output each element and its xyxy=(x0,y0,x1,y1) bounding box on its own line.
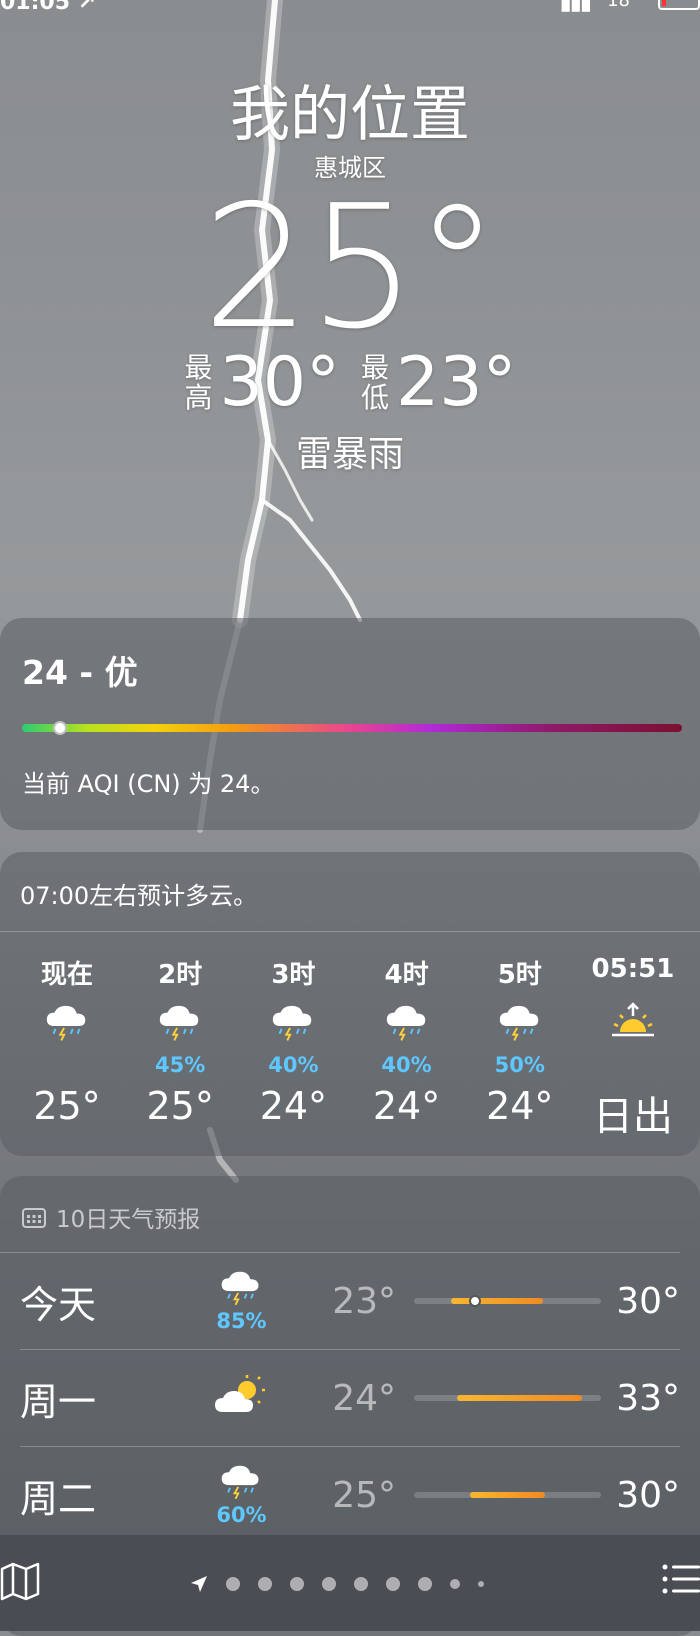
battery-level-text: 18 xyxy=(607,0,630,11)
hourly-item: 4时 40% 24° xyxy=(352,954,462,1142)
day-low-temp: 23° xyxy=(332,1280,397,1322)
hourly-temperature: 24° xyxy=(259,1084,328,1128)
temperature-range-bar xyxy=(414,1295,602,1307)
page-dot[interactable] xyxy=(418,1577,432,1591)
day-high-temp: 33° xyxy=(616,1377,680,1419)
current-weather: 我的位置 惠城区 25° 最高 30° 最低 23° 雷暴雨 xyxy=(0,80,700,480)
hourly-temperature: 25° xyxy=(33,1084,101,1128)
daily-row[interactable]: 今天 85% 23° 30° xyxy=(20,1253,680,1350)
day-name: 周一 xyxy=(20,1379,97,1424)
hourly-item: 05:51 日出 xyxy=(578,954,688,1142)
hourly-item: 现在 25° xyxy=(12,954,122,1142)
hourly-item: 2时 45% 25° xyxy=(125,954,235,1142)
hourly-summary: 07:00左右预计多云。 xyxy=(0,852,700,932)
low-label: 最低 xyxy=(360,351,389,414)
day-low-temp: 24° xyxy=(332,1377,397,1419)
thunderstorm-icon xyxy=(465,992,575,1052)
city-list-icon[interactable] xyxy=(660,1561,700,1597)
temperature-range-fill xyxy=(457,1395,583,1401)
thunderstorm-icon xyxy=(197,1463,286,1504)
hourly-time: 3时 xyxy=(271,960,316,990)
hourly-temperature: 25° xyxy=(146,1084,214,1128)
ten-day-header: 10日天气预报 xyxy=(0,1176,680,1253)
precipitation-chance: 50% xyxy=(494,1053,545,1077)
location-title: 我的位置 xyxy=(230,80,470,150)
day-low-temp: 25° xyxy=(332,1474,397,1516)
thunderstorm-icon xyxy=(238,992,348,1052)
location-arrow-icon xyxy=(191,1576,207,1592)
precipitation-chance: 40% xyxy=(268,1053,319,1077)
hourly-time: 现在 xyxy=(40,960,93,990)
precipitation-chance: 60% xyxy=(216,1503,267,1528)
precipitation-chance: 85% xyxy=(216,1309,267,1334)
aqi-title: 24 - 优 xyxy=(22,653,138,692)
hourly-list[interactable]: 现在 25° 2时 45% 25° 3时 40% 24° 4时 40% 24° 5时 50% 24° 05:… xyxy=(0,932,700,1142)
current-temp-marker xyxy=(468,1295,481,1307)
day-name: 周二 xyxy=(20,1476,97,1521)
page-dot[interactable] xyxy=(386,1577,400,1591)
high-temperature: 30° xyxy=(219,343,340,422)
hourly-time: 2时 xyxy=(158,960,203,990)
low-temperature: 23° xyxy=(396,343,517,422)
page-dot[interactable] xyxy=(478,1581,484,1587)
page-dot[interactable] xyxy=(354,1577,368,1591)
ten-day-title: 10日天气预报 xyxy=(56,1207,201,1233)
status-time: 01:05 ↗ xyxy=(0,0,97,15)
sunrise-icon xyxy=(578,992,688,1052)
hourly-time: 5时 xyxy=(497,960,542,990)
air-quality-card[interactable]: 24 - 优 当前 AQI (CN) 为 24。 xyxy=(0,618,700,830)
hourly-item: 3时 40% 24° xyxy=(238,954,348,1142)
precipitation-chance xyxy=(578,1052,688,1078)
page-dot[interactable] xyxy=(450,1579,460,1589)
hourly-temperature: 24° xyxy=(372,1084,441,1128)
page-dot[interactable] xyxy=(258,1577,272,1591)
temperature-range-bar xyxy=(414,1492,602,1498)
battery-icon xyxy=(658,0,700,10)
page-dot[interactable] xyxy=(226,1577,240,1591)
daily-row[interactable]: 周一 24° 33° xyxy=(20,1350,680,1447)
calendar-icon xyxy=(22,1208,46,1228)
page-dot[interactable] xyxy=(322,1577,336,1591)
thunderstorm-icon xyxy=(12,992,122,1052)
thunderstorm-icon xyxy=(125,992,235,1052)
weather-condition: 雷暴雨 xyxy=(295,434,404,475)
hourly-forecast-card[interactable]: 07:00左右预计多云。 现在 25° 2时 45% 25° 3时 40% 24° 4时 40% 2… xyxy=(0,852,700,1156)
precipitation-chance: 45% xyxy=(155,1053,206,1077)
status-bar: 01:05 ↗ ▮▮▮ 18 xyxy=(0,0,700,15)
signal-icon: ▮▮▮ xyxy=(559,0,592,15)
partly-cloudy-sun-icon xyxy=(197,1374,286,1422)
hourly-temperature: 日出 xyxy=(592,1094,673,1140)
hourly-temperature: 24° xyxy=(486,1084,554,1128)
temperature-range-fill xyxy=(470,1492,545,1498)
thunderstorm-icon xyxy=(197,1269,286,1310)
daily-row[interactable]: 周二 60% 25° 30° xyxy=(20,1447,680,1543)
day-name: 今天 xyxy=(20,1282,97,1327)
aqi-description: 当前 AQI (CN) 为 24。 xyxy=(22,770,275,798)
precipitation-chance xyxy=(12,1052,122,1078)
hourly-time: 05:51 xyxy=(591,954,675,984)
hourly-item: 5时 50% 24° xyxy=(465,954,575,1142)
high-label: 最高 xyxy=(184,351,213,414)
precipitation-chance: 40% xyxy=(381,1053,432,1077)
day-high-temp: 30° xyxy=(616,1280,680,1322)
aqi-indicator xyxy=(53,721,67,735)
bottom-toolbar xyxy=(0,1535,700,1631)
temperature-range-bar xyxy=(414,1395,602,1401)
map-icon[interactable] xyxy=(0,1561,40,1601)
thunderstorm-icon xyxy=(352,992,462,1052)
day-high-temp: 30° xyxy=(616,1474,680,1516)
page-dot[interactable] xyxy=(290,1577,304,1591)
temperature-range-fill xyxy=(451,1298,544,1304)
aqi-scale-bar xyxy=(22,721,682,735)
page-indicator[interactable] xyxy=(190,1575,484,1593)
daily-list: 今天 85% 23° 30° 周一 24° 33° 周二 60% 25° 30° xyxy=(0,1253,700,1543)
current-temperature: 25° xyxy=(202,169,499,367)
hourly-time: 4时 xyxy=(384,960,429,990)
